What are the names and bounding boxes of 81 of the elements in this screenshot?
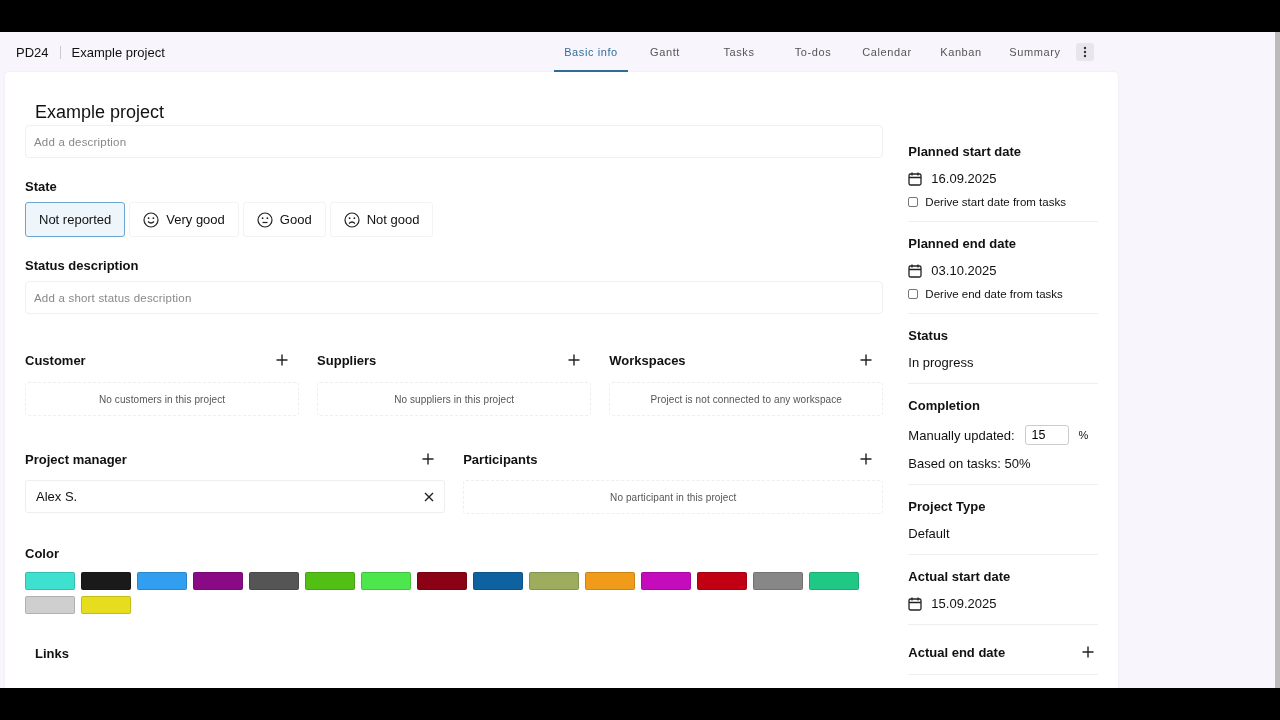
color-swatch[interactable] <box>753 572 803 590</box>
checkbox-label: Derive start date from tasks <box>925 196 1066 208</box>
color-swatch[interactable] <box>305 572 355 590</box>
date-value[interactable]: 03.10.2025 <box>931 263 997 278</box>
plus-icon[interactable] <box>860 354 873 366</box>
tab[interactable]: Gantt <box>628 32 702 72</box>
project-name: Example project <box>71 44 165 60</box>
more-menu-button[interactable] <box>1076 43 1094 61</box>
color-swatch[interactable] <box>529 572 579 590</box>
tab[interactable]: Summary <box>998 32 1072 72</box>
sad-face-icon <box>343 211 360 228</box>
field-label: Status <box>908 327 949 343</box>
section-label: Project manager <box>25 451 127 467</box>
section-label: State <box>25 179 58 194</box>
field-value: Default <box>908 526 950 541</box>
section-label: Links <box>35 646 70 661</box>
section-label: Participants <box>463 451 538 467</box>
section-label: Customer <box>25 352 86 368</box>
status-description-field[interactable]: Add a short status description <box>25 281 884 314</box>
calendar-icon <box>908 263 923 278</box>
plus-icon[interactable] <box>1082 646 1094 658</box>
plus-icon[interactable] <box>568 354 581 366</box>
empty-state-box: Project is not connected to any workspace <box>609 382 884 416</box>
completion-field[interactable]: 15 <box>1024 425 1069 445</box>
color-swatch[interactable] <box>697 572 747 590</box>
more-icon <box>1083 46 1087 58</box>
section-label: Workspaces <box>609 352 686 368</box>
color-swatch[interactable] <box>585 572 635 590</box>
field-value: In progress <box>908 355 974 370</box>
calendar-icon <box>908 171 923 186</box>
app-name[interactable]: PD24 <box>16 44 49 60</box>
plus-icon[interactable] <box>860 453 873 465</box>
description-field[interactable]: Add a description <box>25 125 884 158</box>
tab[interactable]: Kanban <box>924 32 998 72</box>
tab[interactable]: To-dos <box>776 32 850 72</box>
checkbox[interactable] <box>908 289 919 299</box>
color-swatch[interactable] <box>809 572 859 590</box>
tab[interactable]: Tasks <box>702 32 776 72</box>
color-swatch[interactable] <box>249 572 299 590</box>
color-swatch[interactable] <box>137 572 187 590</box>
date-value[interactable]: 15.09.2025 <box>931 596 997 611</box>
plus-icon[interactable] <box>422 453 435 465</box>
state-option[interactable]: Very good <box>129 202 239 237</box>
color-swatch[interactable] <box>193 572 243 590</box>
field-label: Planned start date <box>908 143 1022 159</box>
smiley-icon <box>143 211 160 228</box>
checkbox[interactable] <box>908 197 919 207</box>
section-label: Status description <box>25 258 140 273</box>
state-option[interactable]: Good <box>242 202 326 237</box>
color-swatch[interactable] <box>25 572 75 590</box>
checkbox-label: Derive end date from tasks <box>925 288 1063 300</box>
empty-state-box: No customers in this project <box>25 382 300 416</box>
state-option[interactable]: Not reported <box>25 202 126 237</box>
field-value: Based on tasks: 50% <box>908 456 1031 471</box>
close-icon[interactable] <box>424 491 435 502</box>
field-label: Planned end date <box>908 235 1016 251</box>
color-swatch[interactable] <box>641 572 691 590</box>
color-swatch[interactable] <box>417 572 467 590</box>
field-label: Actual end date <box>908 644 1006 660</box>
color-swatch[interactable] <box>81 572 131 590</box>
field-label: Actual start date <box>908 568 1011 584</box>
empty-state-box: No participant in this project <box>463 480 884 514</box>
field-label: Manually updated: <box>908 427 1015 443</box>
field-label: Completion <box>908 397 980 413</box>
plus-icon[interactable] <box>276 354 289 366</box>
state-option[interactable]: Not good <box>329 202 434 237</box>
page-title: Example project <box>34 101 166 124</box>
date-value[interactable]: 16.09.2025 <box>931 171 997 186</box>
color-swatch[interactable] <box>361 572 411 590</box>
empty-state-box: No suppliers in this project <box>317 382 592 416</box>
neutral-face-icon <box>256 211 273 228</box>
color-swatch[interactable] <box>473 572 523 590</box>
unit-label: % <box>1078 429 1089 441</box>
tab[interactable]: Calendar <box>850 32 924 72</box>
field-label: Project Type <box>908 498 986 514</box>
color-swatch[interactable] <box>81 596 131 614</box>
person-name: Alex S. <box>36 489 78 504</box>
calendar-icon <box>908 596 923 611</box>
section-label: Suppliers <box>317 352 377 368</box>
color-swatch[interactable] <box>25 596 75 614</box>
section-label: Color <box>25 546 60 561</box>
